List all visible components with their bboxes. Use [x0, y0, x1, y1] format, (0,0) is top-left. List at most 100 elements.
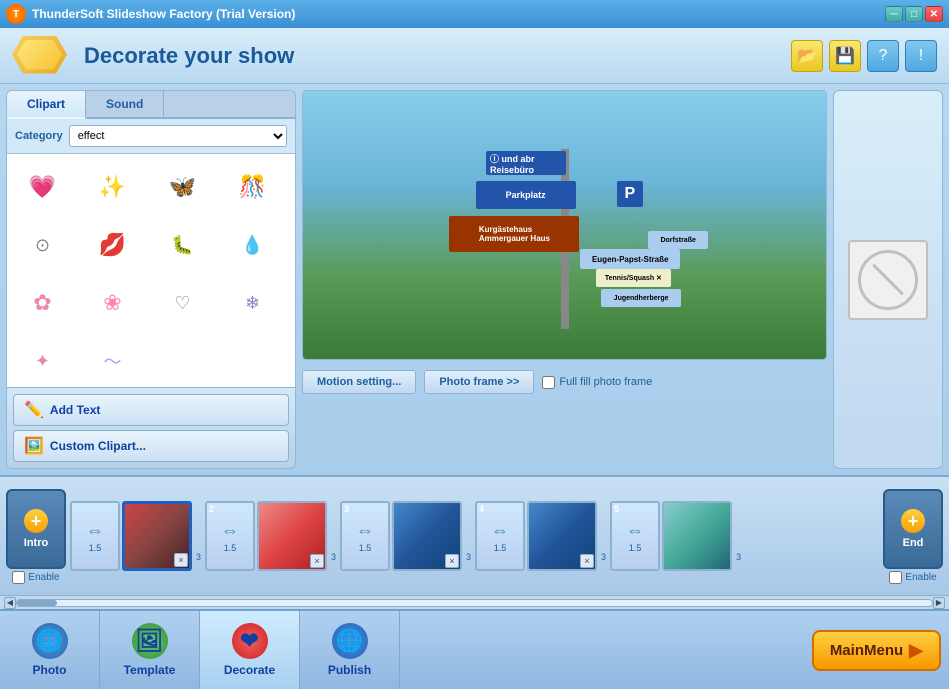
nav-publish[interactable]: 🌐 Publish [300, 611, 400, 689]
slide-transition-4[interactable]: 4 ⇔ 1.5 [475, 501, 525, 571]
photo-frame-button[interactable]: Photo frame >> [424, 370, 534, 394]
window-title: ThunderSoft Slideshow Factory (Trial Ver… [32, 7, 883, 21]
clipart-heart[interactable]: 💗 [15, 162, 70, 212]
slide-thumb-3[interactable]: × [392, 501, 462, 571]
preview-image: ⓘ und abr Reisebüro Parkplatz P Kurgäste… [303, 91, 826, 359]
app-logo [12, 36, 72, 76]
slide-transition-3[interactable]: 3 ⇔ 1.5 [340, 501, 390, 571]
slide-thumb-1[interactable]: × [122, 501, 192, 571]
logo-shape2 [17, 40, 62, 70]
titlebar: T ThunderSoft Slideshow Factory (Trial V… [0, 0, 949, 28]
sign-kurgastehaus: KurgästehausAmmergauer Haus [449, 216, 579, 252]
slide-image-5 [664, 503, 730, 569]
clipart-butterfly[interactable]: 🦋 [155, 162, 210, 212]
slide-group-4: 4 ⇔ 1.5 × [475, 501, 597, 571]
slide-num-badge-5: 5 [614, 504, 619, 514]
nav-decorate[interactable]: ❤ Decorate [200, 611, 300, 689]
end-enable-checkbox[interactable] [889, 571, 902, 584]
slide-group-5: 5 ⇔ 1.5 [610, 501, 732, 571]
left-panel: Clipart Sound Category effect 💗 ✨ 🦋 🎊 ⊙ … [6, 90, 296, 469]
slide-delete-3[interactable]: × [445, 554, 459, 568]
clipart-stars[interactable]: ✨ [85, 162, 140, 212]
slide-transition-5[interactable]: 5 ⇔ 1.5 [610, 501, 660, 571]
save-button[interactable]: 💾 [829, 40, 861, 72]
clipart-confetti[interactable]: 🎊 [225, 162, 280, 212]
slide-dur-5: 1.5 [629, 543, 642, 553]
sign-tennis: Tennis/Squash ✕ [596, 269, 671, 287]
open-file-button[interactable]: 📂 [791, 40, 823, 72]
slide-num-badge-2: 2 [209, 504, 214, 514]
slide-delete-1[interactable]: × [174, 553, 188, 567]
full-fill-checkbox[interactable] [542, 376, 555, 389]
slide-num-badge-3: 3 [344, 504, 349, 514]
slide-transition-2[interactable]: 2 ⇔ 1.5 [205, 501, 255, 571]
tab-sound[interactable]: Sound [86, 91, 164, 117]
tab-clipart[interactable]: Clipart [7, 91, 86, 119]
intro-button[interactable]: + Intro [6, 489, 66, 569]
pen-icon: ✏️ [24, 400, 44, 420]
right-panel [833, 90, 943, 469]
slide-transition-1[interactable]: ⇔ 1.5 [70, 501, 120, 571]
main-menu-arrow-icon: ▶ [909, 640, 923, 661]
custom-clipart-label: Custom Clipart... [50, 439, 146, 453]
scroll-left-button[interactable]: ◀ [4, 597, 16, 609]
preview-area: ⓘ und abr Reisebüro Parkplatz P Kurgäste… [302, 90, 827, 360]
sign-eugen: Eugen-Papst-Straße [580, 249, 680, 269]
clipart-ring[interactable]: ⊙ [15, 220, 70, 270]
help-button[interactable]: ? [867, 40, 899, 72]
info-button[interactable]: ! [905, 40, 937, 72]
slide-photo-dur-1: 3 [196, 552, 201, 562]
end-button[interactable]: + End [883, 489, 943, 569]
header: Decorate your show 📂 💾 ? ! [0, 28, 949, 84]
clipart-drops[interactable]: 💧 [225, 220, 280, 270]
intro-plus-icon: + [24, 509, 48, 533]
category-row: Category effect [7, 119, 295, 154]
clipart-flower2[interactable]: ❀ [85, 278, 140, 328]
end-enable-label: Enable [905, 572, 936, 583]
full-fill-label: Full fill photo frame [559, 376, 652, 388]
custom-clipart-button[interactable]: 🖼️ Custom Clipart... [13, 430, 289, 462]
maximize-button[interactable]: □ [905, 6, 923, 22]
no-image-placeholder [848, 240, 928, 320]
slide-thumb-2[interactable]: × [257, 501, 327, 571]
filmstrip-scrollbar: ◀ ▶ [0, 595, 949, 609]
image-icon: 🖼️ [24, 436, 44, 456]
category-select[interactable]: effect [69, 125, 287, 147]
sign-p: P [617, 181, 643, 207]
clipart-snowflake[interactable]: ❄ [225, 278, 280, 328]
minimize-button[interactable]: ─ [885, 6, 903, 22]
transition-arrows-icon-4: ⇔ [491, 520, 509, 541]
slide-thumb-4[interactable]: × [527, 501, 597, 571]
slide-dur-4: 1.5 [494, 543, 507, 553]
motion-setting-button[interactable]: Motion setting... [302, 370, 416, 394]
close-button[interactable]: ✕ [925, 6, 943, 22]
nav-photo[interactable]: 🌐 Photo [0, 611, 100, 689]
clipart-heart2[interactable]: ♡ [155, 278, 210, 328]
slide-photo-dur-2: 3 [331, 552, 336, 562]
main-menu-button[interactable]: MainMenu ▶ [812, 630, 941, 671]
end-section: + End Enable [883, 489, 943, 584]
nav-template[interactable]: 🖼 Template [100, 611, 200, 689]
add-text-button[interactable]: ✏️ Add Text [13, 394, 289, 426]
slide-group-3: 3 ⇔ 1.5 × [340, 501, 462, 571]
transition-arrows-icon-2: ⇔ [221, 520, 239, 541]
clipart-bug[interactable]: 🐛 [155, 220, 210, 270]
intro-enable-checkbox[interactable] [12, 571, 25, 584]
slide-delete-4[interactable]: × [580, 554, 594, 568]
scroll-right-button[interactable]: ▶ [933, 597, 945, 609]
sign-i: ⓘ und abr Reisebüro [486, 151, 566, 175]
slide-delete-2[interactable]: × [310, 554, 324, 568]
clipart-star2[interactable]: ✦ [15, 336, 70, 386]
clipart-swirl[interactable]: 〜 [85, 336, 140, 386]
clipart-lips[interactable]: 💋 [85, 220, 140, 270]
slide-thumb-5[interactable] [662, 501, 732, 571]
filmstrip-scroll: ⇔ 1.5 × 3 2 ⇔ 1.5 × [70, 501, 879, 571]
clipart-flower1[interactable]: ✿ [15, 278, 70, 328]
transition-arrows-icon-5: ⇔ [626, 520, 644, 541]
full-fill-row: Full fill photo frame [542, 376, 652, 389]
clipart-grid: 💗 ✨ 🦋 🎊 ⊙ 💋 🐛 💧 ✿ ❀ ♡ ❄ ✦ 〜 [7, 154, 295, 387]
nav-photo-label: Photo [33, 663, 67, 677]
scrollbar-thumb[interactable] [17, 600, 57, 606]
slide-dur-1: 1.5 [89, 543, 102, 553]
nav-decorate-label: Decorate [224, 663, 275, 677]
